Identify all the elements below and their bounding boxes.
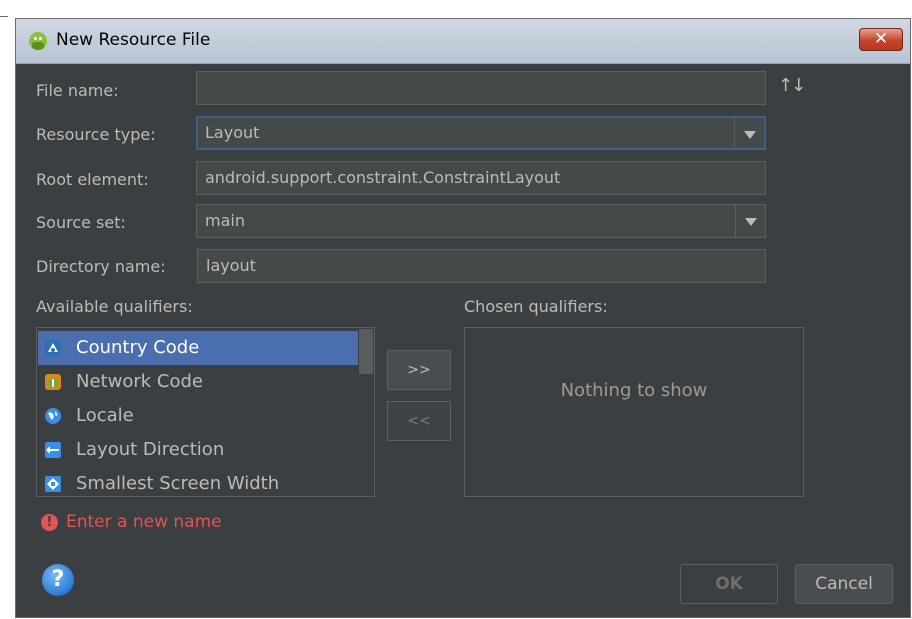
list-item-smallest-screen-width[interactable]: Smallest Screen Width [38,467,358,496]
globe-icon [45,408,61,424]
file-name-label: File name: [36,81,119,100]
ok-button[interactable]: OK [680,564,778,604]
available-qualifiers-list[interactable]: Country Code Network Code Locale Layout … [36,327,375,497]
resource-type-value: Layout [205,123,260,142]
file-name-input[interactable] [196,71,766,105]
directory-name-input[interactable]: layout [197,249,766,283]
chosen-qualifiers-label: Chosen qualifiers: [464,297,608,316]
title-bar[interactable]: New Resource File ✕ [16,19,910,64]
source-set-label: Source set: [36,213,126,232]
close-button[interactable]: ✕ [859,28,903,51]
resource-type-dropdown-arrow-icon[interactable] [734,118,764,148]
list-item-country-code[interactable]: Country Code [38,331,358,365]
list-item-label: Network Code [76,371,203,392]
available-qualifiers-label: Available qualifiers: [36,297,193,316]
stray-cursor-glyph: _ [0,0,8,17]
background-strip [0,0,912,14]
country-code-icon [45,340,61,356]
list-item-locale[interactable]: Locale [38,399,358,433]
new-resource-file-dialog: New Resource File ✕ File name: ↑↓ Resour… [15,18,911,618]
directory-name-label: Directory name: [36,257,166,276]
resource-type-select[interactable]: Layout [196,116,766,150]
remove-qualifier-button[interactable]: << [387,401,451,441]
add-qualifier-button[interactable]: >> [387,350,451,390]
list-scrollbar-thumb[interactable] [359,329,373,374]
sort-icon[interactable]: ↑↓ [778,75,806,96]
android-studio-icon [29,32,47,50]
error-message: Enter a new name [66,512,222,532]
list-item-label: Locale [76,405,134,426]
list-item-network-code[interactable]: Network Code [38,365,358,399]
cancel-button[interactable]: Cancel [795,564,893,604]
network-code-icon [45,374,61,390]
error-icon: ! [41,514,58,531]
list-item-layout-direction[interactable]: Layout Direction [38,433,358,467]
source-set-select[interactable]: main [196,204,766,238]
root-element-input[interactable]: android.support.constraint.ConstraintLay… [196,161,766,195]
root-element-label: Root element: [36,170,149,189]
empty-list-message: Nothing to show [560,380,708,401]
list-item-label: Smallest Screen Width [76,473,280,494]
close-icon: ✕ [873,29,889,49]
resource-type-label: Resource type: [36,125,156,144]
layout-direction-icon [45,442,61,458]
list-item-label: Country Code [76,337,200,358]
chosen-qualifiers-list[interactable]: Nothing to show [464,327,804,497]
list-item-label: Layout Direction [76,439,225,460]
help-icon: ? [51,567,65,592]
dialog-title: New Resource File [56,30,211,50]
screen-width-icon [45,476,61,492]
help-button[interactable]: ? [42,564,74,596]
source-set-dropdown-arrow-icon[interactable] [735,205,765,237]
source-set-value: main [205,211,245,230]
